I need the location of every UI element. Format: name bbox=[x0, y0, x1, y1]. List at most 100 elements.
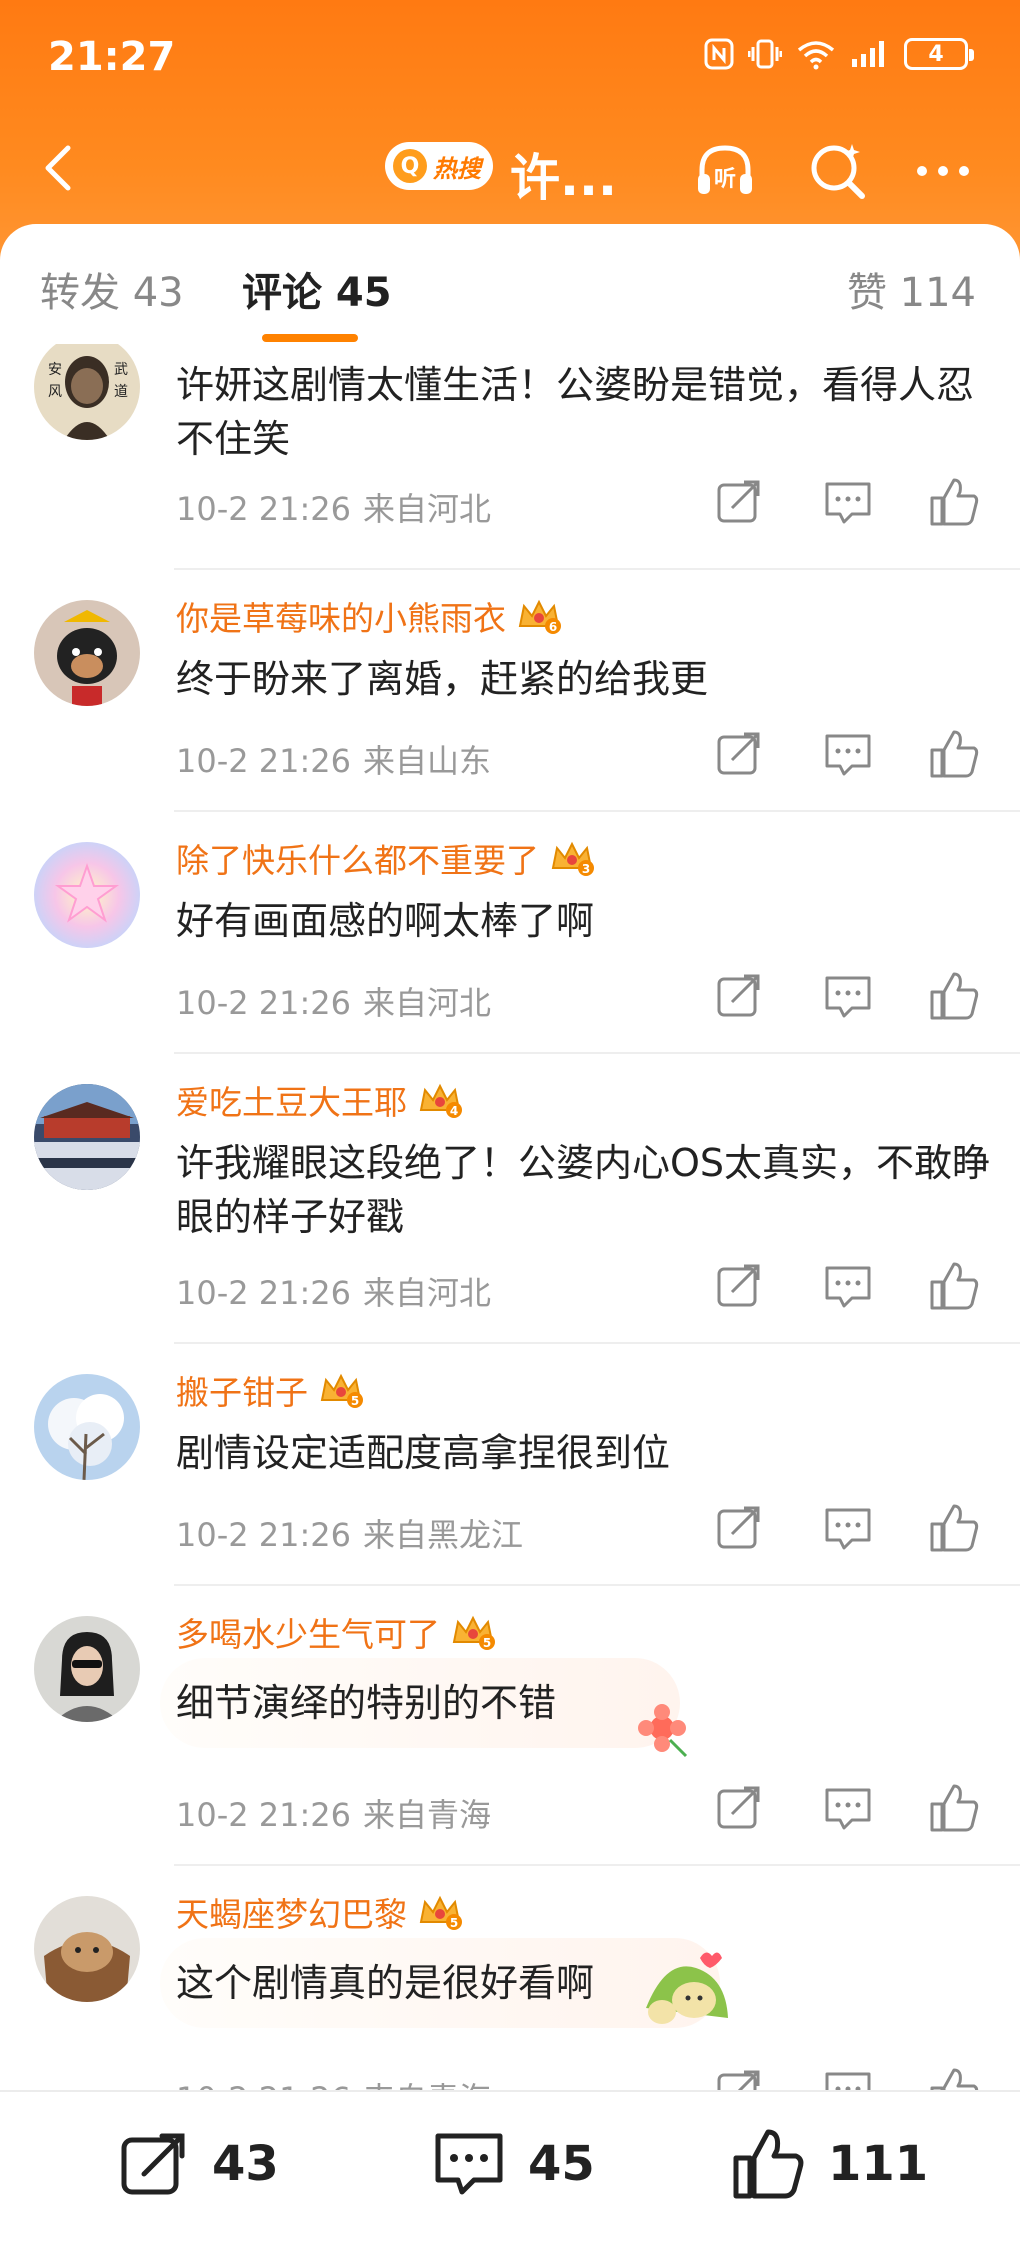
avatar[interactable] bbox=[34, 1896, 140, 2002]
wifi-icon bbox=[797, 41, 835, 70]
comment-date: 10-2 21:26 bbox=[176, 1516, 352, 1554]
share-count: 43 bbox=[212, 2136, 279, 2192]
like-icon[interactable] bbox=[928, 1260, 980, 1312]
avatar[interactable] bbox=[34, 1084, 140, 1190]
comment-item: 天蝎座梦幻巴黎 5 这个剧情真的是很好看啊 10-2 21:26 来自青海 bbox=[0, 1866, 1020, 2090]
username[interactable]: 搬子钳子 bbox=[176, 1366, 308, 1414]
bottom-action-bar: 43 45 111 bbox=[0, 2090, 1020, 2250]
avatar-text: 安 bbox=[48, 362, 62, 378]
tab-comment[interactable]: 评论 45 bbox=[242, 260, 392, 318]
member-crown-icon: 3 bbox=[551, 841, 594, 876]
comment-meta: 10-2 21:26 来自河北 bbox=[176, 978, 491, 1024]
member-level: 4 bbox=[450, 1104, 458, 1118]
comment-meta: 10-2 21:26 来自黑龙江 bbox=[176, 1510, 523, 1556]
flower-sticker-icon bbox=[638, 1704, 688, 1758]
reply-icon[interactable] bbox=[822, 476, 874, 528]
reply-icon[interactable] bbox=[822, 728, 874, 780]
comment-list[interactable]: 安 风 武 道 许妍这剧情太懂生活！公婆盼是错觉，看得人忍不住笑 10-2 21… bbox=[0, 344, 1020, 2090]
comment-meta: 10-2 21:26 来自山东 bbox=[176, 736, 491, 782]
comment-meta: 10-2 21:26 来自青海 bbox=[176, 1790, 491, 1836]
avatar[interactable] bbox=[34, 1616, 140, 1722]
battery-icon: 4 bbox=[904, 38, 974, 70]
comment-item: 搬子钳子 5 剧情设定适配度高拿捏很到位 10-2 21:26 来自黑龙江 bbox=[0, 1344, 1020, 1586]
dumpling-sticker-icon bbox=[646, 1952, 728, 2024]
username[interactable]: 天蝎座梦幻巴黎 bbox=[176, 1888, 407, 1936]
listen-icon[interactable]: 听 bbox=[692, 138, 758, 204]
share-icon[interactable] bbox=[714, 970, 766, 1022]
bottom-share-button[interactable]: 43 bbox=[118, 2128, 279, 2200]
like-icon[interactable] bbox=[928, 728, 980, 780]
comment-text: 许我耀眼这段绝了！公婆内心OS太真实，不敢睁眼的样子好戳 bbox=[176, 1141, 991, 1239]
username[interactable]: 爱吃土豆大王耶 bbox=[176, 1076, 407, 1124]
hot-search-badge[interactable]: Q 热搜 bbox=[385, 142, 493, 190]
back-button[interactable] bbox=[30, 138, 90, 198]
status-time: 21:27 bbox=[48, 34, 176, 80]
like-icon[interactable] bbox=[928, 970, 980, 1022]
avatar[interactable]: 安 风 武 道 bbox=[34, 344, 140, 440]
like-icon[interactable] bbox=[928, 1782, 980, 1834]
share-icon[interactable] bbox=[714, 2066, 766, 2090]
share-icon[interactable] bbox=[714, 1782, 766, 1834]
comment-text: 细节演绎的特别的不错 bbox=[176, 1681, 557, 1725]
member-crown-icon: 5 bbox=[419, 1895, 462, 1930]
member-level: 5 bbox=[483, 1636, 491, 1650]
avatar[interactable] bbox=[34, 600, 140, 706]
page-title: 许... bbox=[510, 149, 617, 207]
avatar-text: 风 bbox=[48, 384, 62, 400]
username[interactable]: 除了快乐什么都不重要了 bbox=[176, 834, 539, 882]
like-count: 111 bbox=[828, 2136, 929, 2192]
reply-icon[interactable] bbox=[822, 1502, 874, 1554]
share-icon[interactable] bbox=[714, 476, 766, 528]
more-icon[interactable] bbox=[910, 138, 976, 204]
avatar[interactable] bbox=[34, 842, 140, 948]
search-icon[interactable] bbox=[806, 138, 872, 204]
member-crown-icon: 6 bbox=[518, 599, 561, 634]
share-icon[interactable] bbox=[714, 1502, 766, 1554]
reply-icon[interactable] bbox=[822, 970, 874, 1022]
member-level: 5 bbox=[351, 1394, 359, 1408]
comment-date: 10-2 21:26 bbox=[176, 984, 352, 1022]
comment-meta: 10-2 21:26 来自河北 bbox=[176, 1268, 491, 1314]
comment-meta: 10-2 21:26 来自青海 bbox=[176, 2074, 491, 2090]
like-icon[interactable] bbox=[928, 476, 980, 528]
avatar[interactable] bbox=[34, 1374, 140, 1480]
hot-search-label: 热搜 bbox=[433, 154, 481, 183]
tab-forward[interactable]: 转发 43 bbox=[40, 260, 184, 318]
like-icon bbox=[733, 2129, 804, 2199]
active-tab-indicator bbox=[262, 334, 358, 342]
comment-item: 安 风 武 道 许妍这剧情太懂生活！公婆盼是错觉，看得人忍不住笑 10-2 21… bbox=[0, 344, 1020, 570]
username[interactable]: 多喝水少生气可了 bbox=[176, 1608, 440, 1656]
like-icon[interactable] bbox=[928, 2066, 980, 2090]
share-icon[interactable] bbox=[714, 728, 766, 780]
share-icon[interactable] bbox=[714, 1260, 766, 1312]
bottom-comment-button[interactable]: 45 bbox=[432, 2128, 595, 2200]
reply-icon[interactable] bbox=[822, 1782, 874, 1834]
comment-date: 10-2 21:26 bbox=[176, 490, 352, 528]
username[interactable]: 你是草莓味的小熊雨衣 bbox=[176, 592, 506, 640]
comment-item: 你是草莓味的小熊雨衣 6 终于盼来了离婚，赶紧的给我更 10-2 21:26 来自… bbox=[0, 570, 1020, 812]
comment-date: 10-2 21:26 bbox=[176, 742, 352, 780]
reply-icon[interactable] bbox=[822, 1260, 874, 1312]
comment-item: 多喝水少生气可了 5 细节演绎的特别的不错 10-2 21:26 来自青海 bbox=[0, 1586, 1020, 1866]
comment-count: 45 bbox=[528, 2136, 595, 2192]
tabs-bar: 转发 43 评论 45 赞 114 bbox=[0, 224, 1020, 344]
comment-item: 爱吃土豆大王耶 4 许我耀眼这段绝了！公婆内心OS太真实，不敢睁眼的样子好戳 1… bbox=[0, 1054, 1020, 1344]
comment-text: 剧情设定适配度高拿捏很到位 bbox=[176, 1431, 671, 1475]
comment-text: 这个剧情真的是很好看啊 bbox=[176, 1961, 595, 2005]
signal-icon bbox=[852, 41, 884, 67]
comment-location: 来自河北 bbox=[363, 490, 492, 528]
tab-like[interactable]: 赞 114 bbox=[847, 260, 976, 318]
share-icon bbox=[121, 2133, 185, 2195]
avatar-text: 道 bbox=[114, 384, 128, 400]
reply-icon[interactable] bbox=[822, 2066, 874, 2090]
nav-bar: Q 热搜 许... 听 bbox=[0, 120, 1020, 220]
hot-search-icon: Q bbox=[393, 149, 427, 183]
comment-location: 来自河北 bbox=[363, 1274, 492, 1312]
status-bar: 21:27 4 bbox=[0, 0, 1020, 120]
bottom-like-button[interactable]: 111 bbox=[732, 2128, 928, 2200]
like-icon[interactable] bbox=[928, 1502, 980, 1554]
comment-text: 终于盼来了离婚，赶紧的给我更 bbox=[176, 657, 709, 701]
member-crown-icon: 5 bbox=[320, 1373, 363, 1408]
nfc-icon bbox=[704, 38, 734, 70]
comment-icon bbox=[435, 2133, 503, 2195]
